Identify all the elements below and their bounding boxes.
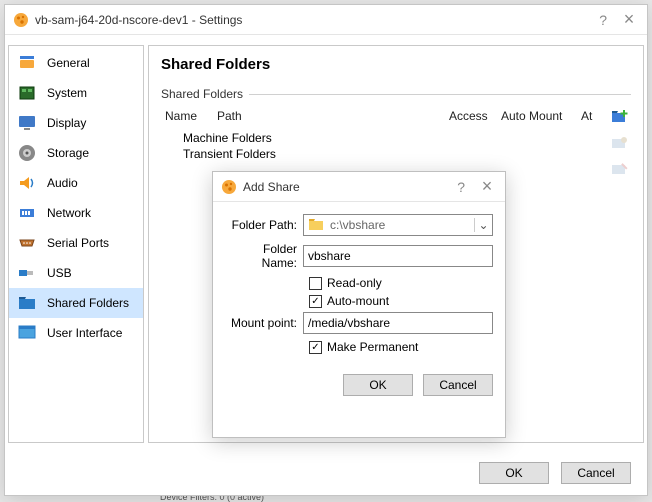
sidebar-item-usb[interactable]: USB	[9, 258, 143, 288]
folder-name-label: Folder Name:	[225, 242, 303, 270]
edit-folder-button[interactable]	[610, 133, 630, 153]
cancel-button[interactable]: Cancel	[561, 462, 631, 484]
add-folder-button[interactable]	[610, 107, 630, 127]
sidebar-item-label: Network	[47, 206, 91, 220]
sidebar-item-label: Display	[47, 116, 86, 130]
page-title: Shared Folders	[149, 46, 643, 87]
sidebar-item-system[interactable]: System	[9, 78, 143, 108]
sidebar: General System Display Storage Audio Net…	[8, 45, 144, 443]
section-label: Shared Folders	[149, 87, 643, 101]
table-row[interactable]: Transient Folders	[183, 146, 603, 162]
help-button[interactable]: ?	[599, 12, 607, 28]
audio-icon	[17, 173, 37, 193]
col-access[interactable]: Access	[445, 107, 497, 125]
folder-path-value: c:\vbshare	[330, 218, 474, 232]
titlebar: vb-sam-j64-20d-nscore-dev1 - Settings ? …	[5, 5, 647, 35]
system-icon	[17, 83, 37, 103]
add-share-dialog: Add Share ? × Folder Path: c:\vbshare ⌄ …	[212, 171, 506, 438]
dialog-title: Add Share	[243, 180, 457, 194]
dialog-ok-button[interactable]: OK	[343, 374, 413, 396]
dialog-titlebar: Add Share ? ×	[213, 172, 505, 202]
usb-icon	[17, 263, 37, 283]
dialog-help-button[interactable]: ?	[457, 179, 465, 195]
folder-path-label: Folder Path:	[225, 218, 303, 232]
mount-point-label: Mount point:	[225, 316, 303, 330]
general-icon	[17, 53, 37, 73]
folder-icon	[308, 216, 326, 234]
close-button[interactable]: ×	[619, 9, 639, 30]
folder-path-combo[interactable]: c:\vbshare ⌄	[303, 214, 493, 236]
app-icon	[13, 12, 29, 28]
side-buttons	[609, 107, 631, 179]
app-icon	[221, 179, 237, 195]
serial-icon	[17, 233, 37, 253]
sidebar-item-audio[interactable]: Audio	[9, 168, 143, 198]
folder-name-input[interactable]	[303, 245, 493, 267]
sidebar-item-storage[interactable]: Storage	[9, 138, 143, 168]
table-header: Name Path Access Auto Mount At	[161, 107, 603, 126]
dialog-cancel-button[interactable]: Cancel	[423, 374, 493, 396]
col-auto[interactable]: Auto Mount	[497, 107, 577, 125]
dialog-close-button[interactable]: ×	[477, 176, 497, 197]
sidebar-item-label: USB	[47, 266, 72, 280]
sidebar-item-shared[interactable]: Shared Folders	[9, 288, 143, 318]
mount-point-input[interactable]	[303, 312, 493, 334]
sidebar-item-label: General	[47, 56, 90, 70]
make-permanent-label: Make Permanent	[327, 340, 418, 354]
ok-button[interactable]: OK	[479, 462, 549, 484]
read-only-checkbox[interactable]	[309, 277, 322, 290]
window-footer: OK Cancel	[5, 451, 647, 495]
ui-icon	[17, 323, 37, 343]
sidebar-item-label: Serial Ports	[47, 236, 109, 250]
make-permanent-checkbox[interactable]: ✓	[309, 341, 322, 354]
auto-mount-checkbox[interactable]: ✓	[309, 295, 322, 308]
sidebar-item-label: System	[47, 86, 87, 100]
dialog-footer: OK Cancel	[213, 358, 505, 408]
table-row[interactable]: Machine Folders	[183, 130, 603, 146]
dialog-body: Folder Path: c:\vbshare ⌄ Folder Name: R…	[213, 202, 505, 354]
window-title: vb-sam-j64-20d-nscore-dev1 - Settings	[35, 13, 599, 27]
sidebar-item-general[interactable]: General	[9, 48, 143, 78]
sidebar-item-serial[interactable]: Serial Ports	[9, 228, 143, 258]
sidebar-item-display[interactable]: Display	[9, 108, 143, 138]
sidebar-item-network[interactable]: Network	[9, 198, 143, 228]
storage-icon	[17, 143, 37, 163]
sidebar-item-label: User Interface	[47, 326, 122, 340]
network-icon	[17, 203, 37, 223]
col-name[interactable]: Name	[161, 107, 213, 125]
shared-folders-table: Name Path Access Auto Mount At Machine F…	[161, 107, 603, 179]
remove-folder-button[interactable]	[610, 159, 630, 179]
col-at[interactable]: At	[577, 107, 603, 125]
auto-mount-label: Auto-mount	[327, 294, 389, 308]
sidebar-item-label: Shared Folders	[47, 296, 129, 310]
col-path[interactable]: Path	[213, 107, 445, 125]
sidebar-item-ui[interactable]: User Interface	[9, 318, 143, 348]
display-icon	[17, 113, 37, 133]
sidebar-item-label: Audio	[47, 176, 78, 190]
read-only-label: Read-only	[327, 276, 382, 290]
shared-folder-icon	[17, 293, 37, 313]
sidebar-item-label: Storage	[47, 146, 89, 160]
chevron-down-icon[interactable]: ⌄	[474, 218, 492, 232]
